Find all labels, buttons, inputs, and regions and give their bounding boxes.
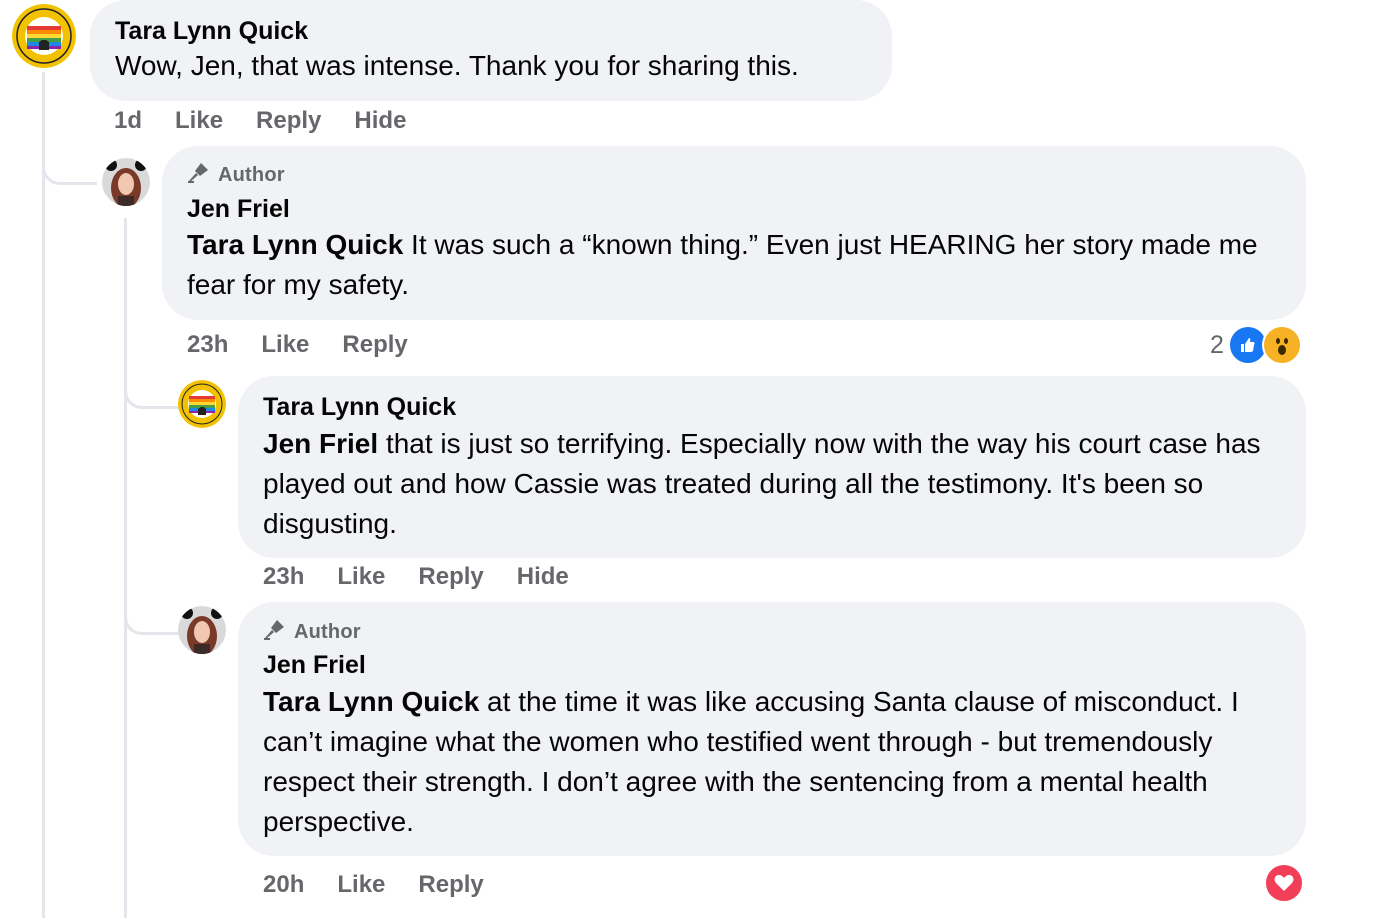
comment-author-name[interactable]: Tara Lynn Quick <box>263 393 456 422</box>
mention-link[interactable]: Tara Lynn Quick <box>187 229 403 260</box>
comment-timestamp[interactable]: 20h <box>263 871 304 899</box>
comment-text: Tara Lynn Quick at the time it was like … <box>263 682 1293 842</box>
thread-connector-1 <box>42 150 97 185</box>
microphone-icon <box>262 618 286 647</box>
avatar-jen-friel[interactable] <box>178 606 226 654</box>
like-button[interactable]: Like <box>337 563 385 591</box>
wow-icon <box>1261 325 1302 365</box>
reaction-summary[interactable] <box>1264 863 1304 903</box>
hide-button[interactable]: Hide <box>354 107 406 135</box>
comment-text: Jen Friel that is just so terrifying. Es… <box>263 424 1293 544</box>
avatar-jen-friel[interactable] <box>102 158 150 206</box>
like-button[interactable]: Like <box>337 871 385 899</box>
author-badge-label: Author <box>218 164 285 186</box>
comment-timestamp[interactable]: 1d <box>114 107 142 135</box>
author-badge: Author <box>186 161 285 190</box>
hide-button[interactable]: Hide <box>517 563 569 591</box>
comment-author-name[interactable]: Jen Friel <box>187 195 290 224</box>
comment-timestamp[interactable]: 23h <box>187 331 228 359</box>
like-button[interactable]: Like <box>175 107 223 135</box>
thread-line-main <box>42 72 45 918</box>
reply-button[interactable]: Reply <box>418 563 483 591</box>
reply-button[interactable]: Reply <box>256 107 321 135</box>
avatar-tara-lynn-quick[interactable] <box>12 4 76 68</box>
comment-text: Wow, Jen, that was intense. Thank you fo… <box>115 50 799 81</box>
comment-author-name[interactable]: Jen Friel <box>263 651 366 680</box>
reaction-summary[interactable]: 2 <box>1210 325 1302 365</box>
like-button[interactable]: Like <box>261 331 309 359</box>
thread-line-nested <box>124 218 127 918</box>
thread-connector-2 <box>124 378 179 409</box>
author-badge-label: Author <box>294 621 361 643</box>
microphone-icon <box>186 161 210 190</box>
comment-text: Tara Lynn Quick It was such a “known thi… <box>187 225 1267 305</box>
love-icon <box>1264 863 1304 903</box>
reply-button[interactable]: Reply <box>418 871 483 899</box>
avatar-tara-lynn-quick[interactable] <box>178 380 226 428</box>
comment-timestamp[interactable]: 23h <box>263 563 304 591</box>
mention-link[interactable]: Tara Lynn Quick <box>263 686 479 717</box>
comment-author-name[interactable]: Tara Lynn Quick <box>115 17 308 46</box>
reaction-count: 2 <box>1210 330 1224 359</box>
mention-link[interactable]: Jen Friel <box>263 428 378 459</box>
reply-button[interactable]: Reply <box>342 331 407 359</box>
comment-actions: 1d Like Reply Hide <box>114 107 406 135</box>
comment-text-content: that is just so terrifying. Especially n… <box>263 428 1261 539</box>
author-badge: Author <box>262 618 361 647</box>
comment-actions: 20h Like Reply <box>263 871 484 899</box>
thread-connector-3 <box>124 606 179 635</box>
comment-actions: 23h Like Reply <box>187 331 408 359</box>
comment-actions: 23h Like Reply Hide <box>263 563 569 591</box>
